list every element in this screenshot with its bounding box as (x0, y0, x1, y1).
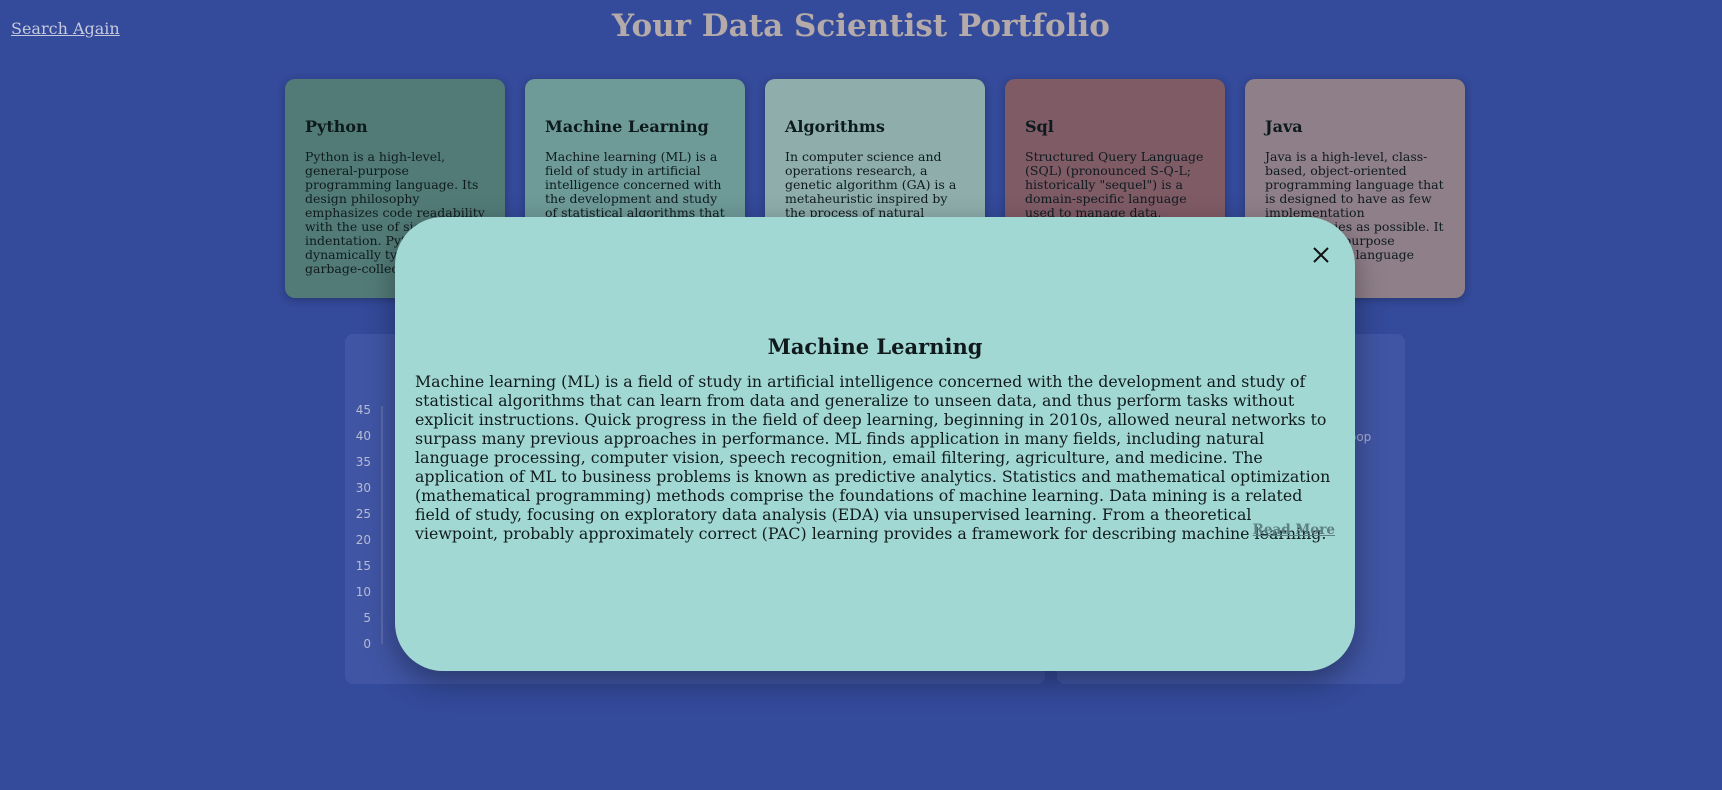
y-tick-label: 35 (356, 455, 371, 469)
modal-title: Machine Learning (767, 334, 983, 359)
page-title: Your Data Scientist Portfolio (612, 8, 1110, 44)
card-title: Sql (1025, 117, 1054, 136)
modal-description: Machine learning (ML) is a field of stud… (415, 372, 1331, 543)
close-icon (1313, 247, 1329, 263)
portfolio-page: Search Again Your Data Scientist Portfol… (0, 0, 1722, 790)
y-tick-label: 5 (363, 611, 371, 625)
y-tick-label: 30 (356, 481, 371, 495)
card-title: Algorithms (785, 117, 885, 136)
close-modal-button[interactable] (1307, 241, 1335, 269)
skill-detail-modal: Machine Learning Machine learning (ML) i… (395, 217, 1355, 671)
y-tick-label: 40 (356, 429, 371, 443)
y-tick-label: 15 (356, 559, 371, 573)
card-title: Java (1265, 117, 1303, 136)
read-more-link[interactable]: Read More (1253, 522, 1335, 538)
card-title: Machine Learning (545, 117, 709, 136)
card-title: Python (305, 117, 368, 136)
y-tick-label: 25 (356, 507, 371, 521)
y-tick-label: 0 (363, 637, 371, 651)
y-tick-label: 20 (356, 533, 371, 547)
y-tick-label: 45 (356, 403, 371, 417)
y-tick-label: 10 (356, 585, 371, 599)
